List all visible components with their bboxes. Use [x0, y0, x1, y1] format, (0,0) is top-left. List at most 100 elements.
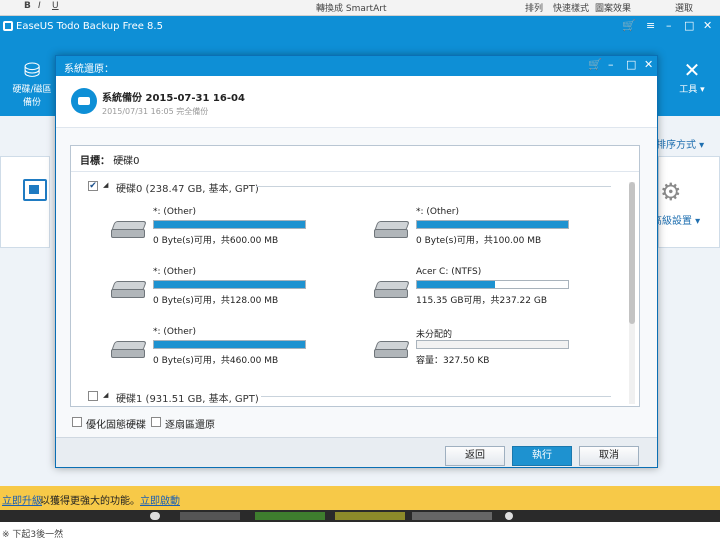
- divider: [71, 171, 639, 172]
- app-titlebar: EaseUS Todo Backup Free 8.5 🛒 ≡ – □ ✕: [0, 16, 720, 38]
- chevron-down-icon: ▾: [697, 85, 705, 95]
- activate-link[interactable]: 立即啟動: [140, 492, 180, 507]
- disk1-row[interactable]: ◢ 硬碟1 (931.51 GB, 基本, GPT): [76, 390, 616, 405]
- partition-card[interactable]: Acer C: (NTFS) 115.35 GB可用，共237.22 GB: [374, 267, 604, 315]
- partition-info: 容量：327.50 KB: [416, 356, 490, 366]
- arrange-button[interactable]: 排列: [525, 1, 543, 14]
- hard-drive-icon: [374, 281, 410, 299]
- taskbar-item[interactable]: [505, 512, 513, 520]
- cart-icon[interactable]: 🛒: [588, 58, 602, 71]
- disk0-checkbox[interactable]: ✔: [88, 181, 98, 191]
- close-icon[interactable]: ✕: [703, 19, 712, 32]
- backup-info: 系統備份 2015-07-31 16-04 2015/07/31 16:05 完…: [56, 76, 657, 128]
- taskbar-item[interactable]: [150, 512, 160, 520]
- maximize-icon[interactable]: □: [684, 19, 694, 32]
- usage-bar-fill: [154, 221, 305, 228]
- partition-name: *: (Other): [153, 207, 196, 217]
- dialog-footer: 返回 執行 取消: [56, 437, 657, 467]
- minimize-icon[interactable]: –: [608, 58, 614, 71]
- taskbar-item[interactable]: [335, 512, 405, 520]
- partition-card[interactable]: *: (Other) 0 Byte(s)可用，共600.00 MB: [111, 207, 341, 255]
- usage-bar-fill: [417, 281, 495, 288]
- partition-card[interactable]: 未分配的 容量：327.50 KB: [374, 327, 604, 375]
- disk0-row[interactable]: ✔ ◢ 硬碟0 (238.47 GB, 基本, GPT): [76, 180, 616, 195]
- sector-restore-label: 逐扇區還原: [165, 420, 215, 431]
- system-restore-dialog: 系統還原： 🛒 – □ ✕ 系統備份 2015-07-31 16-04 2015…: [55, 55, 658, 468]
- disk1-checkbox[interactable]: [88, 391, 98, 401]
- bottom-note: ※ 下起3後一然: [0, 524, 720, 540]
- hard-drive-icon: [374, 221, 410, 239]
- cart-icon[interactable]: 🛒: [622, 19, 636, 32]
- menu-icon[interactable]: ≡: [646, 19, 655, 32]
- taskbar-item[interactable]: [412, 512, 492, 520]
- collapse-icon[interactable]: ◢: [103, 181, 108, 189]
- usage-bar: [153, 280, 306, 289]
- bold-button[interactable]: B: [24, 1, 31, 11]
- target-label: 目標：: [80, 156, 110, 167]
- expand-icon[interactable]: ◢: [103, 391, 108, 399]
- partition-card[interactable]: *: (Other) 0 Byte(s)可用，共460.00 MB: [111, 327, 341, 375]
- dialog-titlebar: 系統還原： 🛒 – □ ✕: [56, 56, 657, 76]
- partition-info: 115.35 GB可用，共237.22 GB: [416, 296, 548, 306]
- system-backup-card[interactable]: [0, 156, 50, 248]
- usage-bar-fill: [154, 341, 305, 348]
- gear-icon: ⚙: [660, 178, 682, 206]
- divider: [261, 396, 611, 397]
- partition-info: 0 Byte(s)可用，共128.00 MB: [153, 296, 279, 306]
- maximize-icon[interactable]: □: [626, 58, 636, 71]
- usage-bar: [416, 280, 569, 289]
- upgrade-text: 以獲得更強大的功能。: [40, 496, 140, 507]
- partition-name: 未分配的: [416, 330, 453, 340]
- divider: [256, 186, 611, 187]
- italic-button[interactable]: I: [38, 1, 41, 11]
- partition-name: Acer C: (NTFS): [416, 267, 482, 277]
- usage-bar: [416, 340, 569, 349]
- backup-icon: [71, 88, 97, 114]
- app-title: EaseUS Todo Backup Free 8.5: [16, 21, 163, 32]
- tools-button[interactable]: ✕ 工具 ▾: [672, 58, 712, 95]
- back-button[interactable]: 返回: [445, 446, 505, 466]
- underline-button[interactable]: U: [52, 1, 59, 11]
- hard-drive-icon: [111, 341, 147, 359]
- ribbon-strip: B I U 轉換成 SmartArt 排列 快速樣式 圖案效果 選取: [0, 0, 720, 16]
- optimize-ssd-label: 優化固態硬碟: [86, 420, 146, 431]
- wrench-icon: ✕: [683, 58, 701, 82]
- sort-menu[interactable]: 排序方式 ▾: [656, 136, 704, 151]
- taskbar-item[interactable]: [180, 512, 240, 520]
- scrollbar[interactable]: [629, 182, 635, 404]
- backup-subtitle: 2015/07/31 16:05 完全備份: [102, 107, 209, 116]
- partition-info: 0 Byte(s)可用，共460.00 MB: [153, 356, 279, 366]
- quick-styles-button[interactable]: 快速樣式: [553, 1, 589, 14]
- partition-info: 0 Byte(s)可用，共600.00 MB: [153, 236, 279, 246]
- advanced-settings-label[interactable]: 高級設置 ▾: [652, 212, 700, 227]
- cancel-button[interactable]: 取消: [579, 446, 639, 466]
- disk-backup-button[interactable]: ⛁ 硬碟/磁區備份: [8, 58, 56, 108]
- partition-card[interactable]: *: (Other) 0 Byte(s)可用，共100.00 MB: [374, 207, 604, 255]
- usage-bar: [153, 220, 306, 229]
- sector-restore-checkbox[interactable]: [151, 417, 161, 427]
- usage-bar-fill: [154, 281, 305, 288]
- partition-name: *: (Other): [416, 207, 459, 217]
- select-button[interactable]: 選取: [675, 1, 693, 14]
- disk-backup-icon: ⛁: [23, 58, 41, 82]
- smartart-button[interactable]: 轉換成 SmartArt: [316, 1, 386, 14]
- minimize-icon[interactable]: –: [666, 19, 672, 32]
- upgrade-banner: 立即升級 以獲得更強大的功能。 立即啟動: [0, 486, 720, 510]
- app-logo-icon: [3, 21, 13, 31]
- partition-name: *: (Other): [153, 267, 196, 277]
- close-icon[interactable]: ✕: [644, 58, 653, 71]
- run-button[interactable]: 執行: [512, 446, 572, 466]
- dialog-title: 系統還原：: [64, 64, 114, 75]
- partition-card[interactable]: *: (Other) 0 Byte(s)可用，共128.00 MB: [111, 267, 341, 315]
- taskbar: [0, 510, 720, 522]
- hard-drive-icon: [374, 341, 410, 359]
- usage-bar-fill: [417, 221, 568, 228]
- target-row: 目標： 硬碟0: [80, 152, 140, 167]
- upgrade-link[interactable]: 立即升級: [2, 492, 42, 507]
- shape-effects-button[interactable]: 圖案效果: [595, 1, 631, 14]
- taskbar-item[interactable]: [255, 512, 325, 520]
- scrollbar-thumb[interactable]: [629, 182, 635, 324]
- optimize-ssd-checkbox[interactable]: [72, 417, 82, 427]
- backup-name: 系統備份 2015-07-31 16-04: [102, 93, 245, 104]
- partition-name: *: (Other): [153, 327, 196, 337]
